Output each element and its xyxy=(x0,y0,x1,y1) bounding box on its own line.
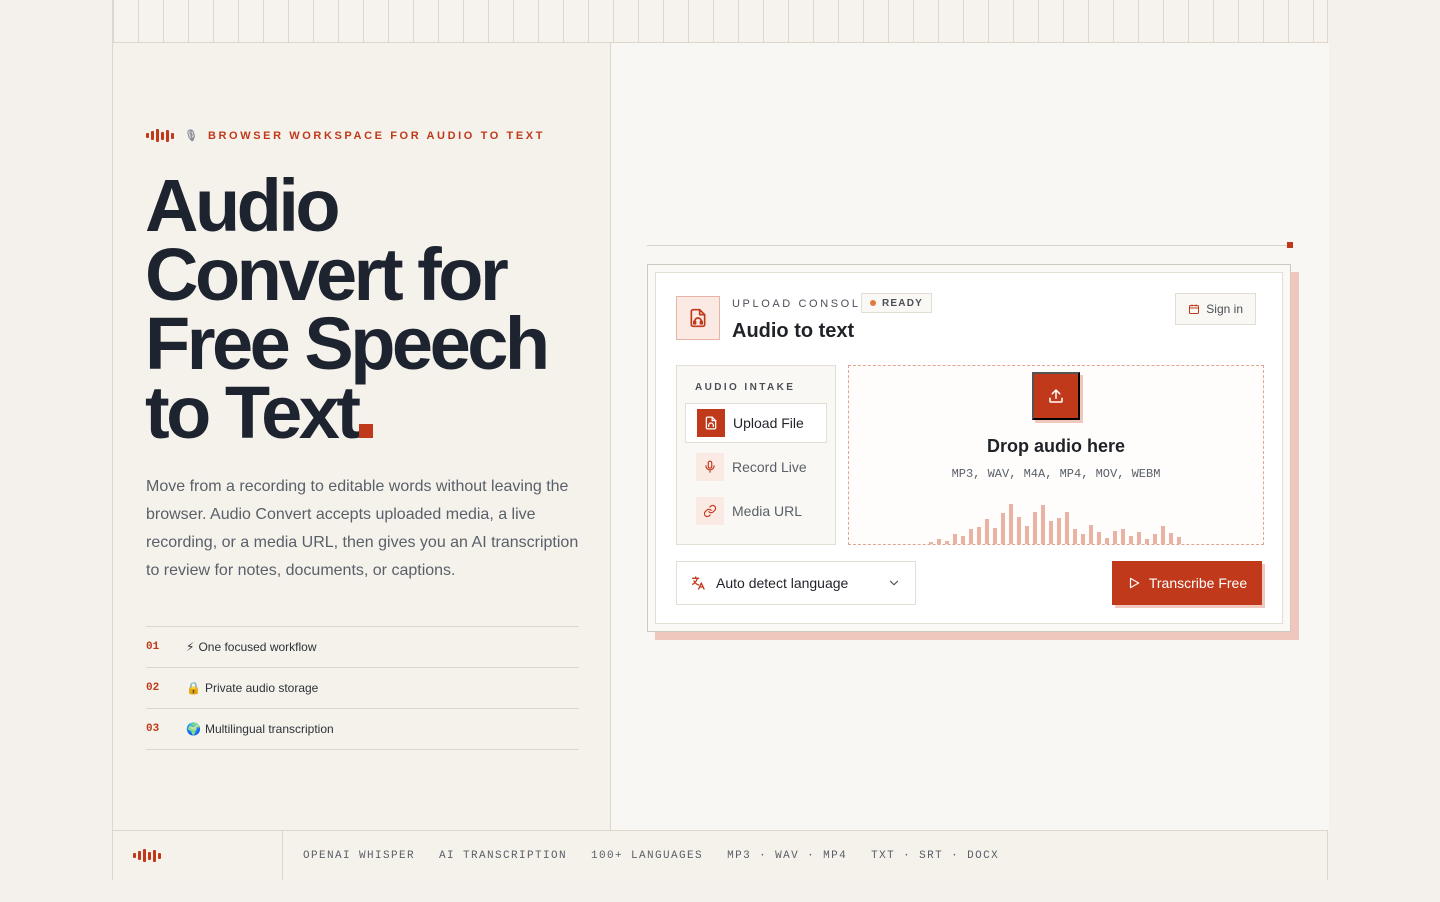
feature-number: 02 xyxy=(146,682,160,694)
feature-label: Private audio storage xyxy=(204,681,319,695)
footer-tag: TXT · SRT · DOCX xyxy=(871,849,1000,862)
hero-description: Move from a recording to editable words … xyxy=(146,478,579,579)
hero-headline: Audio Convert for Free Speech to Text xyxy=(145,169,605,450)
language-value: Auto detect language xyxy=(716,575,849,591)
intake-item-label: Upload File xyxy=(733,415,804,431)
status-text: READY xyxy=(882,297,924,309)
lock-icon: 🔒 xyxy=(186,681,201,695)
waveform-logo-icon xyxy=(133,849,161,862)
chevron-down-icon xyxy=(887,576,901,590)
feature-item: 02 🔒 Private audio storage xyxy=(146,668,579,709)
lightning-icon: ⚡ xyxy=(186,640,195,654)
console-title: Audio to text xyxy=(732,320,855,342)
link-icon xyxy=(696,497,724,525)
sign-in-button[interactable]: Sign in xyxy=(1175,293,1256,325)
audio-dropzone[interactable]: Drop audio here MP3, WAV, M4A, MP4, MOV,… xyxy=(848,365,1264,545)
translate-icon xyxy=(690,575,706,591)
footer-tag: MP3 · WAV · MP4 xyxy=(727,849,848,862)
upload-icon xyxy=(1049,389,1063,403)
decorative-line xyxy=(647,245,1287,246)
page-frame: 🎙 BROWSER WORKSPACE FOR AUDIO TO TEXT Au… xyxy=(112,0,1329,880)
upload-button[interactable] xyxy=(1032,372,1080,420)
play-icon xyxy=(1129,577,1140,589)
feature-label: Multilingual transcription xyxy=(204,722,334,736)
sign-in-label: Sign in xyxy=(1206,302,1243,316)
hero-panel: 🎙 BROWSER WORKSPACE FOR AUDIO TO TEXT Au… xyxy=(113,43,611,830)
calendar-icon xyxy=(1189,304,1200,314)
feature-list: 01 ⚡ One focused workflow 02 🔒 Private a… xyxy=(146,626,579,750)
feature-item: 01 ⚡ One focused workflow xyxy=(146,627,579,668)
feature-number: 03 xyxy=(146,723,160,735)
dropzone-title: Drop audio here xyxy=(986,436,1125,456)
intake-item-label: Record Live xyxy=(732,459,807,475)
intake-label: AUDIO INTAKE xyxy=(695,382,796,393)
microphone-icon: 🎙 xyxy=(184,130,198,142)
transcribe-label: Transcribe Free xyxy=(1148,575,1248,591)
waveform-logo-icon xyxy=(146,129,174,142)
feature-number: 01 xyxy=(146,641,160,653)
footer-tag: 100+ LANGUAGES xyxy=(591,849,704,862)
intake-record-live[interactable]: Record Live xyxy=(685,447,827,487)
hero-eyebrow: 🎙 BROWSER WORKSPACE FOR AUDIO TO TEXT xyxy=(146,129,545,142)
transcribe-button[interactable]: Transcribe Free xyxy=(1112,561,1262,605)
status-badge: READY xyxy=(861,293,933,313)
footer-logo xyxy=(113,831,283,880)
file-audio-icon xyxy=(676,296,720,340)
waveform-graphic xyxy=(929,500,1185,544)
intake-upload-file[interactable]: Upload File xyxy=(685,403,827,443)
status-dot-icon xyxy=(870,300,876,306)
top-ruler xyxy=(113,0,1327,43)
language-select[interactable]: Auto detect language xyxy=(676,561,916,605)
feature-label: One focused workflow xyxy=(198,640,317,654)
footer-bar: OPENAI WHISPER AI TRANSCRIPTION 100+ LAN… xyxy=(113,830,1327,880)
decorative-square xyxy=(1287,242,1293,248)
supported-formats: MP3, WAV, M4A, MP4, MOV, WEBM xyxy=(951,467,1161,481)
intake-media-url[interactable]: Media URL xyxy=(685,491,827,531)
headline-accent-dot xyxy=(358,424,373,438)
footer-tag: AI TRANSCRIPTION xyxy=(439,849,568,862)
footer-tags: OPENAI WHISPER AI TRANSCRIPTION 100+ LAN… xyxy=(303,831,999,880)
audio-intake-panel: AUDIO INTAKE Upload File Record Live Med… xyxy=(676,365,836,545)
upload-console-frame: UPLOAD CONSOLE READY Audio to text Sign … xyxy=(647,264,1291,632)
mic-icon xyxy=(696,453,724,481)
console-panel: UPLOAD CONSOLE READY Audio to text Sign … xyxy=(611,43,1329,830)
eyebrow-text: BROWSER WORKSPACE FOR AUDIO TO TEXT xyxy=(207,129,546,142)
console-label: UPLOAD CONSOLE xyxy=(732,298,871,310)
intake-item-label: Media URL xyxy=(732,503,803,519)
headline-line-4: to Text xyxy=(145,371,361,454)
upload-console-card: UPLOAD CONSOLE READY Audio to text Sign … xyxy=(655,272,1283,624)
file-audio-icon xyxy=(697,409,725,437)
footer-tag: OPENAI WHISPER xyxy=(303,849,416,862)
feature-item: 03 🌍 Multilingual transcription xyxy=(146,709,579,750)
globe-icon: 🌍 xyxy=(186,722,201,736)
